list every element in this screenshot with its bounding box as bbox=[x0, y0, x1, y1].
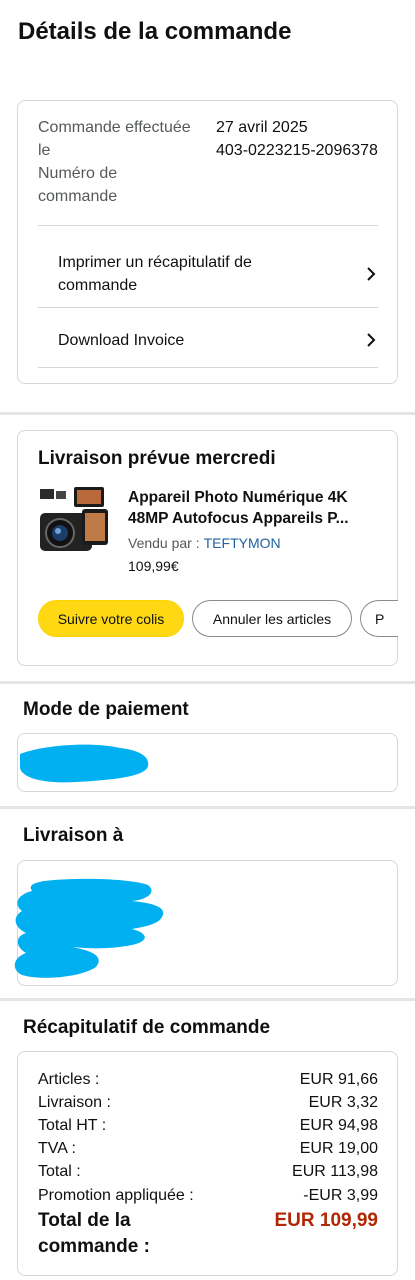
page-title: Détails de la commande bbox=[18, 18, 292, 45]
more-actions-button[interactable]: P bbox=[360, 600, 398, 637]
order-date-value: 27 avril 2025 bbox=[216, 119, 308, 136]
summary-value: EUR 91,66 bbox=[299, 1071, 378, 1088]
sold-by: Vendu par : TEFTYMON bbox=[128, 535, 281, 551]
print-summary-label: Imprimer un récapitulatif de commande bbox=[58, 254, 252, 294]
summary-value: EUR 3,32 bbox=[308, 1094, 378, 1111]
order-grand-total: Total de la commande : EUR 109,99 bbox=[38, 1208, 378, 1260]
cancel-items-button[interactable]: Annuler les articles bbox=[192, 600, 352, 637]
section-separator bbox=[0, 998, 415, 1001]
product-price: 109,99€ bbox=[128, 558, 179, 574]
summary-value: EUR 113,98 bbox=[292, 1163, 378, 1180]
summary-label: Total : bbox=[38, 1163, 81, 1180]
order-summary-card: Articles : EUR 91,66 Livraison : EUR 3,3… bbox=[17, 1051, 398, 1276]
divider bbox=[38, 307, 378, 308]
delivery-card: Livraison prévue mercredi Appareil Photo… bbox=[17, 430, 398, 666]
chevron-right-icon bbox=[367, 333, 376, 347]
section-separator bbox=[0, 412, 415, 415]
shipping-title: Livraison à bbox=[23, 825, 124, 846]
redacted-payment-info bbox=[20, 744, 149, 783]
summary-value: EUR 19,00 bbox=[299, 1140, 378, 1157]
summary-row-vat: TVA : EUR 19,00 bbox=[38, 1137, 378, 1160]
divider bbox=[38, 225, 378, 226]
payment-card[interactable] bbox=[17, 733, 398, 792]
product-name[interactable]: Appareil Photo Numérique 4K 48MP Autofoc… bbox=[128, 487, 378, 529]
order-number-value: 403-0223215-2096378 bbox=[216, 142, 378, 159]
grand-total-value: EUR 109,99 bbox=[274, 1210, 378, 1231]
summary-row-total: Total : EUR 113,98 bbox=[38, 1160, 378, 1183]
delivery-title: Livraison prévue mercredi bbox=[38, 448, 276, 469]
order-date-label: Commande effectuée le bbox=[38, 119, 191, 159]
section-separator bbox=[0, 806, 415, 809]
summary-row-articles: Articles : EUR 91,66 bbox=[38, 1068, 378, 1091]
order-number-label: Numéro de commande bbox=[38, 165, 118, 205]
summary-title: Récapitulatif de commande bbox=[23, 1017, 271, 1038]
chevron-right-icon bbox=[367, 267, 376, 281]
summary-label: TVA : bbox=[38, 1140, 76, 1157]
summary-label: Promotion appliquée : bbox=[38, 1187, 194, 1204]
order-details-card: Commande effectuée le Numéro de commande… bbox=[17, 100, 398, 384]
grand-total-label: Total de la commande : bbox=[38, 1210, 150, 1257]
redacted-address bbox=[14, 878, 164, 978]
summary-value: EUR 94,98 bbox=[299, 1117, 378, 1134]
camera-product-thumbnail[interactable] bbox=[38, 487, 110, 561]
payment-title: Mode de paiement bbox=[23, 699, 189, 720]
summary-label: Livraison : bbox=[38, 1094, 111, 1111]
section-separator bbox=[0, 681, 415, 684]
track-package-button[interactable]: Suivre votre colis bbox=[38, 600, 184, 637]
seller-link[interactable]: TEFTYMON bbox=[204, 535, 281, 551]
product-name-line1: Appareil Photo Numérique 4K bbox=[128, 489, 348, 506]
sold-by-label: Vendu par : bbox=[128, 535, 200, 551]
summary-row-promotion: Promotion appliquée : -EUR 3,99 bbox=[38, 1184, 378, 1207]
summary-row-delivery: Livraison : EUR 3,32 bbox=[38, 1091, 378, 1114]
divider bbox=[38, 367, 378, 368]
summary-label: Total HT : bbox=[38, 1117, 107, 1134]
print-summary-link[interactable]: Imprimer un récapitulatif de commande bbox=[38, 239, 378, 309]
product-name-line2: 48MP Autofocus Appareils P... bbox=[128, 510, 349, 527]
summary-value: -EUR 3,99 bbox=[303, 1187, 378, 1204]
summary-row-total-ht: Total HT : EUR 94,98 bbox=[38, 1114, 378, 1137]
shipping-address-card bbox=[14, 860, 398, 986]
download-invoice-label: Download Invoice bbox=[58, 331, 185, 349]
download-invoice-link[interactable]: Download Invoice bbox=[38, 311, 378, 369]
summary-label: Articles : bbox=[38, 1071, 100, 1088]
